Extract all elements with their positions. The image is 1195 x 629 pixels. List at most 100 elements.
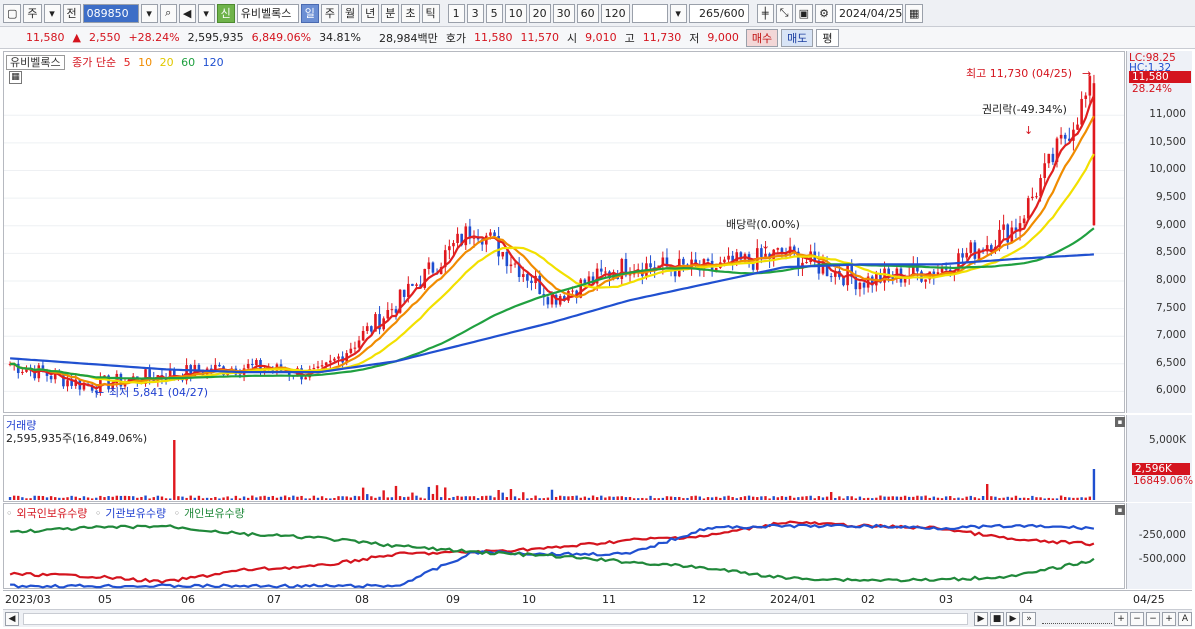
buy-button[interactable]: 매수 [745,28,779,47]
minute-120-button[interactable]: 120 [600,3,630,23]
minute-30-button[interactable]: 30 [552,3,575,23]
scroll-left-icon[interactable]: ◀ [5,611,19,626]
maximize-icon[interactable]: ▪ [1115,417,1125,427]
price-axis[interactable]: 11,000 10,500 10,000 9,500 9,000 8,500 8,000 7,… [1126,51,1192,413]
candle-body [357,340,361,348]
date-input[interactable]: 2024/04/25 [834,3,903,23]
volume-bar [218,498,221,500]
candle-body [370,326,373,332]
gear-icon[interactable]: ⚙ [815,3,833,23]
scroll-track[interactable] [23,612,968,625]
custom-period-dropdown-icon[interactable]: ▾ [669,3,687,23]
volume-bar [994,496,997,500]
zoom-out-icon[interactable]: − [1130,611,1144,626]
volume-bar [813,498,816,500]
minute-5-button[interactable]: 5 [485,3,503,23]
price-axis-tick: 10,000 [1149,163,1186,176]
minute-3-button[interactable]: 3 [466,3,484,23]
x-label: 05 [98,593,112,606]
x-label: 2024/01 [770,593,816,606]
fast-forward-icon[interactable]: » [1022,611,1036,626]
save-icon[interactable]: ▣ [794,3,814,23]
x-label: 02 [861,593,875,606]
play-icon[interactable]: ▶ [1006,611,1020,626]
volume-bar [854,498,858,500]
zoom-slider[interactable] [1042,614,1112,624]
volume-bar [838,496,841,500]
candle-body [1002,224,1005,230]
minute-10-button[interactable]: 10 [504,3,527,23]
zoom-in-icon[interactable]: + [1114,611,1128,626]
custom-period-input[interactable] [631,3,668,23]
code-dropdown-icon[interactable]: ▾ [140,3,158,23]
volume-bar [534,495,537,500]
volume-panel[interactable]: 거래량 2,595,935주(16,849.06%) ▪ [3,415,1125,502]
speaker-dropdown-icon[interactable]: ▾ [197,3,215,23]
search-icon[interactable]: ⌕ [159,3,177,23]
volume-bar [981,496,985,500]
candle-body [973,242,977,259]
volume-bar [316,497,320,500]
speaker-icon[interactable]: ◀ [178,3,196,23]
candle-body [218,364,221,367]
volume-bar [382,490,385,500]
volume-bar [292,495,295,500]
draw-tool-icon[interactable]: ⤡ [775,3,793,23]
stock-code-input[interactable]: 089850 [82,3,139,23]
volume-bar [304,498,307,500]
font-size-icon[interactable]: A [1178,611,1192,626]
sell-button[interactable]: 매도 [781,28,814,47]
zoom-out-icon[interactable]: − [1146,611,1160,626]
price-panel[interactable]: 유비벨록스 종가 단순 5 10 20 60 120 ▦ 최고 11,730 (… [3,51,1125,413]
price-axis-tick: 7,500 [1155,301,1186,314]
volume-bar [932,496,936,500]
holding-panel[interactable]: ◦ 외국인보유수량 ◦ 기관보유수량 ◦ 개인보유수량 ▪ [3,503,1125,589]
volume-bar [842,498,845,500]
candle-body [776,248,780,250]
volume-bar [127,496,131,500]
holding-axis[interactable]: -250,000 -500,000 [1126,503,1192,589]
volume-bar [156,495,160,500]
candle-body [505,251,509,267]
layout-icon[interactable]: ▢ [3,3,22,23]
period-minute-button[interactable]: 분 [381,3,400,23]
volume-bar [123,495,127,500]
candle-icon[interactable]: ╪ [756,3,774,23]
bar-count-input[interactable]: 265/600 [688,3,749,23]
period-daily-button[interactable]: 일 [300,3,319,23]
maximize-icon[interactable]: ▪ [1115,505,1125,515]
volume-bar [296,496,299,500]
stop-icon[interactable]: ■ [990,611,1004,626]
volume-bar [103,497,106,500]
period-second-button[interactable]: 초 [401,3,420,23]
volume-bar [940,498,944,500]
period-yearly-button[interactable]: 년 [361,3,380,23]
calendar-icon[interactable]: ▦ [904,3,924,23]
volume-bar [386,497,389,500]
bar-count-total: /600 [719,6,745,20]
chevron-down-icon[interactable]: ▾ [43,3,61,23]
date-axis[interactable]: 2023/03 05 06 07 08 09 10 11 12 2024/01 … [3,590,1192,608]
volume-bar [312,495,316,500]
candle-body [304,377,307,380]
volume-bar [472,496,476,500]
period-monthly-button[interactable]: 월 [341,3,360,23]
ask-price: 11,580 [474,31,513,44]
minute-1-button[interactable]: 1 [447,3,465,23]
minute-20-button[interactable]: 20 [528,3,551,23]
period-tick-button[interactable]: 틱 [421,3,440,23]
chart-toolbar: ▢ 주 ▾ 전 089850 ▾ ⌕ ◀ ▾ 신 유비벨록스 일 주 월 년 분… [0,0,1195,27]
type-select[interactable]: 주 [23,3,42,23]
minute-60-button[interactable]: 60 [576,3,599,23]
period-weekly-button[interactable]: 주 [320,3,340,23]
zoom-in-icon[interactable]: + [1162,611,1176,626]
eval-button[interactable]: 평 [816,28,839,47]
x-label: 04 [1019,593,1033,606]
volume-bar [517,498,521,500]
prev-button[interactable]: 전 [62,3,81,23]
volume-axis-tick: 5,000K [1149,434,1186,446]
volume-bar [407,496,410,500]
volume-axis[interactable]: 5,000K 2,596K 16849.06% [1126,415,1193,502]
chart-scrollbar[interactable]: ◀ ▶ ■ ▶ » + − − + A [3,609,1192,627]
scroll-right-icon[interactable]: ▶ [974,611,988,626]
